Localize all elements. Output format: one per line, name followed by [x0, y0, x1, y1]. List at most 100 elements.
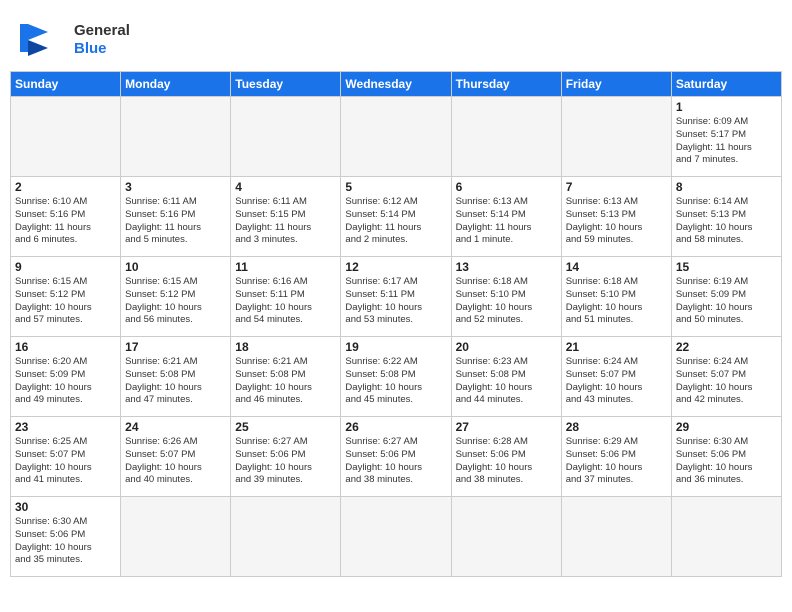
day-number: 13: [456, 260, 557, 274]
calendar-cell: 14 Sunrise: 6:18 AM Sunset: 5:10 PM Dayli…: [561, 257, 671, 337]
calendar-cell: 18 Sunrise: 6:21 AM Sunset: 5:08 PM Dayli…: [231, 337, 341, 417]
calendar-cell: [561, 97, 671, 177]
calendar-cell: [341, 97, 451, 177]
day-number: 28: [566, 420, 667, 434]
calendar-body: 1 Sunrise: 6:09 AM Sunset: 5:17 PM Daylig…: [11, 97, 782, 577]
logo: GeneralBlue: [20, 20, 130, 60]
calendar-cell: 13 Sunrise: 6:18 AM Sunset: 5:10 PM Dayli…: [451, 257, 561, 337]
day-number: 9: [15, 260, 116, 274]
day-number: 8: [676, 180, 777, 194]
calendar-cell: [671, 497, 781, 577]
weekday-header-wednesday: Wednesday: [341, 72, 451, 97]
day-info: Sunrise: 6:18 AM Sunset: 5:10 PM Dayligh…: [566, 276, 667, 327]
calendar-cell: 27 Sunrise: 6:28 AM Sunset: 5:06 PM Dayli…: [451, 417, 561, 497]
day-number: 21: [566, 340, 667, 354]
calendar-week-3: 9Sunrise: 6:15 AM Sunset: 5:12 PM Daylig…: [11, 257, 782, 337]
day-number: 11: [235, 260, 336, 274]
day-info: Sunrise: 6:29 AM Sunset: 5:06 PM Dayligh…: [566, 436, 667, 487]
day-info: Sunrise: 6:24 AM Sunset: 5:07 PM Dayligh…: [566, 356, 667, 407]
day-number: 15: [676, 260, 777, 274]
calendar-cell: 24Sunrise: 6:26 AM Sunset: 5:07 PM Dayli…: [121, 417, 231, 497]
day-info: Sunrise: 6:20 AM Sunset: 5:09 PM Dayligh…: [15, 356, 116, 407]
calendar-week-2: 2 Sunrise: 6:10 AM Sunset: 5:16 PM Daylig…: [11, 177, 782, 257]
day-info: Sunrise: 6:12 AM Sunset: 5:14 PM Dayligh…: [345, 196, 446, 247]
calendar-cell: 26Sunrise: 6:27 AM Sunset: 5:06 PM Dayli…: [341, 417, 451, 497]
day-info: Sunrise: 6:27 AM Sunset: 5:06 PM Dayligh…: [345, 436, 446, 487]
day-number: 30: [15, 500, 116, 514]
page-header: GeneralBlue: [10, 10, 782, 65]
weekday-header-sunday: Sunday: [11, 72, 121, 97]
calendar-cell: [561, 497, 671, 577]
day-info: Sunrise: 6:09 AM Sunset: 5:17 PM Dayligh…: [676, 116, 777, 167]
calendar-cell: 20 Sunrise: 6:23 AM Sunset: 5:08 PM Dayli…: [451, 337, 561, 417]
calendar-cell: 8 Sunrise: 6:14 AM Sunset: 5:13 PM Daylig…: [671, 177, 781, 257]
day-number: 2: [15, 180, 116, 194]
calendar-cell: 16 Sunrise: 6:20 AM Sunset: 5:09 PM Dayli…: [11, 337, 121, 417]
calendar-cell: 2 Sunrise: 6:10 AM Sunset: 5:16 PM Daylig…: [11, 177, 121, 257]
day-number: 18: [235, 340, 336, 354]
day-info: Sunrise: 6:11 AM Sunset: 5:15 PM Dayligh…: [235, 196, 336, 247]
day-info: Sunrise: 6:21 AM Sunset: 5:08 PM Dayligh…: [235, 356, 336, 407]
day-number: 27: [456, 420, 557, 434]
day-number: 3: [125, 180, 226, 194]
calendar-cell: 28 Sunrise: 6:29 AM Sunset: 5:06 PM Dayli…: [561, 417, 671, 497]
day-number: 25: [235, 420, 336, 434]
day-info: Sunrise: 6:14 AM Sunset: 5:13 PM Dayligh…: [676, 196, 777, 247]
day-info: Sunrise: 6:28 AM Sunset: 5:06 PM Dayligh…: [456, 436, 557, 487]
calendar-cell: [451, 497, 561, 577]
calendar-cell: [11, 97, 121, 177]
day-info: Sunrise: 6:11 AM Sunset: 5:16 PM Dayligh…: [125, 196, 226, 247]
day-number: 7: [566, 180, 667, 194]
day-number: 23: [15, 420, 116, 434]
day-number: 10: [125, 260, 226, 274]
calendar-cell: 17 Sunrise: 6:21 AM Sunset: 5:08 PM Dayli…: [121, 337, 231, 417]
calendar-cell: 30 Sunrise: 6:30 AM Sunset: 5:06 PM Dayli…: [11, 497, 121, 577]
day-info: Sunrise: 6:16 AM Sunset: 5:11 PM Dayligh…: [235, 276, 336, 327]
day-info: Sunrise: 6:17 AM Sunset: 5:11 PM Dayligh…: [345, 276, 446, 327]
weekday-header-friday: Friday: [561, 72, 671, 97]
calendar-header-row: SundayMondayTuesdayWednesdayThursdayFrid…: [11, 72, 782, 97]
calendar-cell: [341, 497, 451, 577]
calendar-cell: [231, 497, 341, 577]
day-number: 17: [125, 340, 226, 354]
calendar-table: SundayMondayTuesdayWednesdayThursdayFrid…: [10, 71, 782, 577]
day-info: Sunrise: 6:27 AM Sunset: 5:06 PM Dayligh…: [235, 436, 336, 487]
day-number: 4: [235, 180, 336, 194]
day-info: Sunrise: 6:30 AM Sunset: 5:06 PM Dayligh…: [15, 516, 116, 567]
calendar-cell: [121, 497, 231, 577]
calendar-cell: 25 Sunrise: 6:27 AM Sunset: 5:06 PM Dayli…: [231, 417, 341, 497]
calendar-cell: 12 Sunrise: 6:17 AM Sunset: 5:11 PM Dayli…: [341, 257, 451, 337]
calendar-cell: 29Sunrise: 6:30 AM Sunset: 5:06 PM Dayli…: [671, 417, 781, 497]
day-number: 14: [566, 260, 667, 274]
logo-text: GeneralBlue: [74, 22, 130, 58]
day-number: 20: [456, 340, 557, 354]
day-info: Sunrise: 6:13 AM Sunset: 5:13 PM Dayligh…: [566, 196, 667, 247]
day-number: 1: [676, 100, 777, 114]
day-number: 12: [345, 260, 446, 274]
weekday-header-saturday: Saturday: [671, 72, 781, 97]
calendar-cell: 6Sunrise: 6:13 AM Sunset: 5:14 PM Daylig…: [451, 177, 561, 257]
calendar-cell: 19 Sunrise: 6:22 AM Sunset: 5:08 PM Dayli…: [341, 337, 451, 417]
calendar-cell: 21 Sunrise: 6:24 AM Sunset: 5:07 PM Dayli…: [561, 337, 671, 417]
day-info: Sunrise: 6:18 AM Sunset: 5:10 PM Dayligh…: [456, 276, 557, 327]
calendar-cell: [121, 97, 231, 177]
calendar-cell: 15Sunrise: 6:19 AM Sunset: 5:09 PM Dayli…: [671, 257, 781, 337]
calendar-cell: 22Sunrise: 6:24 AM Sunset: 5:07 PM Dayli…: [671, 337, 781, 417]
calendar-cell: [231, 97, 341, 177]
weekday-header-tuesday: Tuesday: [231, 72, 341, 97]
day-info: Sunrise: 6:23 AM Sunset: 5:08 PM Dayligh…: [456, 356, 557, 407]
calendar-week-1: 1 Sunrise: 6:09 AM Sunset: 5:17 PM Daylig…: [11, 97, 782, 177]
day-info: Sunrise: 6:21 AM Sunset: 5:08 PM Dayligh…: [125, 356, 226, 407]
calendar-cell: [451, 97, 561, 177]
calendar-cell: 4 Sunrise: 6:11 AM Sunset: 5:15 PM Daylig…: [231, 177, 341, 257]
calendar-cell: 9Sunrise: 6:15 AM Sunset: 5:12 PM Daylig…: [11, 257, 121, 337]
calendar-cell: 7 Sunrise: 6:13 AM Sunset: 5:13 PM Daylig…: [561, 177, 671, 257]
day-number: 16: [15, 340, 116, 354]
day-number: 6: [456, 180, 557, 194]
day-info: Sunrise: 6:22 AM Sunset: 5:08 PM Dayligh…: [345, 356, 446, 407]
calendar-cell: 23Sunrise: 6:25 AM Sunset: 5:07 PM Dayli…: [11, 417, 121, 497]
day-info: Sunrise: 6:10 AM Sunset: 5:16 PM Dayligh…: [15, 196, 116, 247]
day-number: 19: [345, 340, 446, 354]
calendar-week-4: 16 Sunrise: 6:20 AM Sunset: 5:09 PM Dayli…: [11, 337, 782, 417]
day-number: 22: [676, 340, 777, 354]
